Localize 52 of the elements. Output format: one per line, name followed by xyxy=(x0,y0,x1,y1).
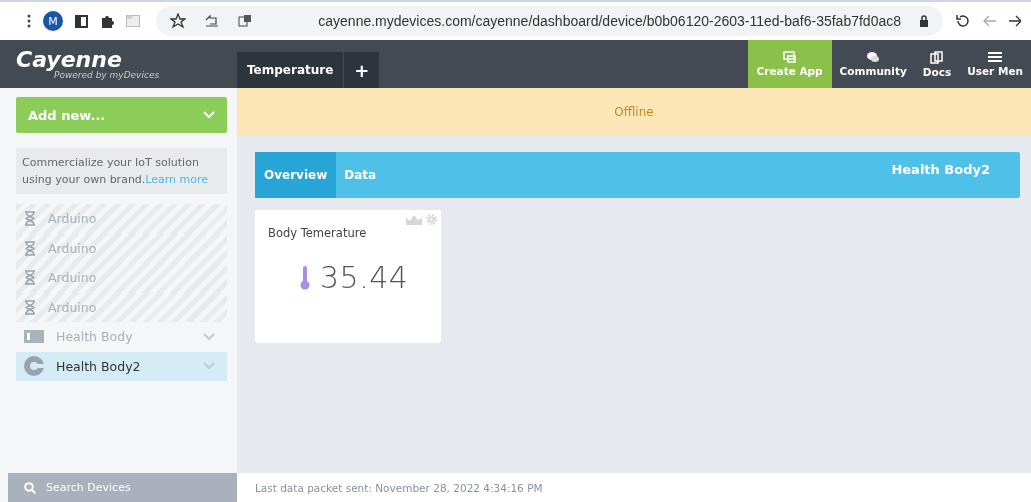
translate-icon xyxy=(238,14,252,28)
device-tab[interactable]: Overview xyxy=(255,152,337,198)
star-icon xyxy=(170,13,186,29)
app-icon xyxy=(782,51,797,63)
hourglass-icon xyxy=(24,299,36,315)
device-item[interactable]: Health Body xyxy=(16,322,227,352)
project-tab[interactable]: Temperature xyxy=(237,52,344,88)
device-item[interactable]: Arduino xyxy=(16,263,227,293)
more-icon[interactable] xyxy=(27,14,31,28)
reload-icon[interactable] xyxy=(955,13,971,29)
chat-icon xyxy=(866,51,881,63)
last-packet-text: Last data packet sent: November 28, 2022 4:34:16 PM xyxy=(255,481,543,494)
device-item[interactable]: Arduino xyxy=(16,204,227,234)
nav-button[interactable]: User Men xyxy=(959,40,1031,88)
promo-text: Commercialize your IoT solution using your own brand.Learn more xyxy=(16,148,227,194)
logo-tagline: Powered by myDevices xyxy=(54,70,161,80)
add-tab-button[interactable]: + xyxy=(344,52,380,88)
device-logo-icon xyxy=(24,356,44,377)
chevron-down-icon xyxy=(203,332,215,341)
device-item[interactable]: Arduino xyxy=(16,292,227,322)
chevron-down-icon xyxy=(203,362,215,371)
share-icon xyxy=(204,14,220,28)
nav-button[interactable]: Docs xyxy=(914,40,960,88)
device-tab[interactable]: Data xyxy=(336,152,385,198)
logo-text: Cayenne xyxy=(16,48,122,71)
nav-button[interactable]: Community xyxy=(831,40,915,88)
learn-more-link[interactable]: Learn more xyxy=(145,173,209,186)
search-devices-field[interactable]: Search Devices xyxy=(8,473,237,502)
widget-title: Body Temerature xyxy=(268,226,368,240)
chevron-down-icon xyxy=(203,111,215,119)
lock-icon xyxy=(919,15,929,27)
sidebar-icon[interactable] xyxy=(75,14,88,28)
hourglass-icon xyxy=(24,211,36,227)
board-icon xyxy=(24,330,44,344)
device-title: Health Body2 xyxy=(891,162,990,177)
forward-icon[interactable] xyxy=(1009,15,1021,27)
device-item[interactable]: Health Body2 xyxy=(16,351,227,381)
device-item[interactable]: Arduino xyxy=(16,233,227,263)
status-banner: Offline xyxy=(237,88,1031,136)
thermometer-icon xyxy=(300,265,310,290)
hourglass-icon xyxy=(24,240,36,256)
puzzle-icon[interactable] xyxy=(100,14,114,28)
add-new-dropdown[interactable]: Add new... xyxy=(16,97,227,133)
hourglass-icon xyxy=(24,270,36,286)
menu-icon xyxy=(988,51,1003,63)
documents-icon xyxy=(930,50,944,64)
url-text: cayenne.mydevices.com/cayenne/dashboard/device/b0b06120-2603-11ed-baf6-35fab7fd0ac8 xyxy=(318,13,901,29)
nav-button[interactable]: Create App xyxy=(747,40,832,88)
address-bar[interactable]: cayenne.mydevices.com/cayenne/dashboard/device/b0b06120-2603-11ed-baf6-35fab7fd0ac8 xyxy=(156,6,943,36)
profile-avatar[interactable]: M xyxy=(43,11,63,31)
widget-value: 35.44 xyxy=(320,260,409,295)
search-icon xyxy=(24,481,36,494)
